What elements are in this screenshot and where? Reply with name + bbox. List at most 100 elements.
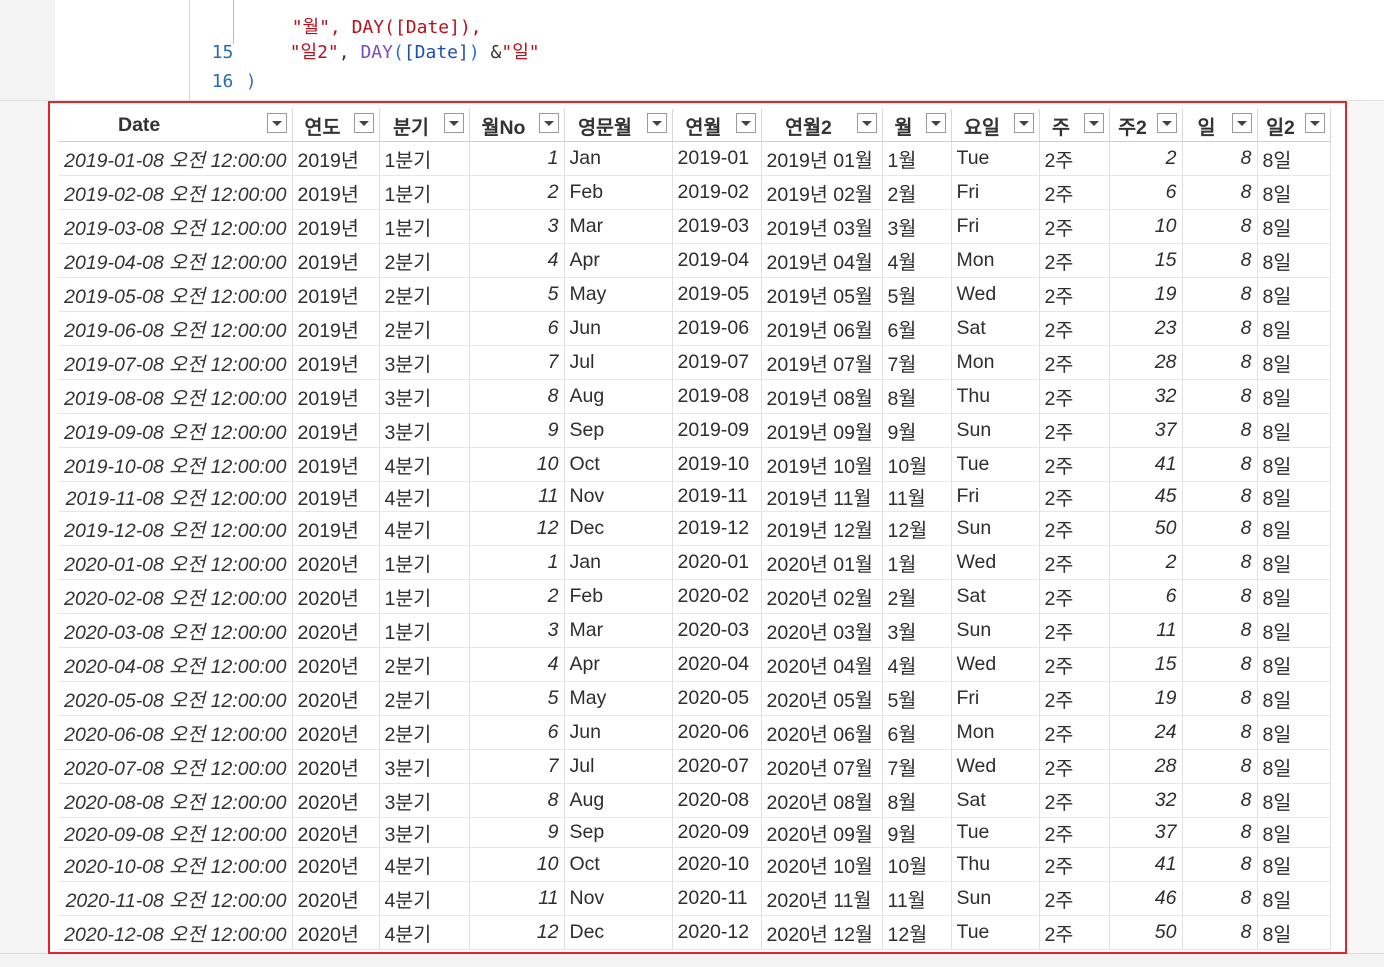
cell-year-month-2[interactable]: 2020년 06월 (761, 715, 883, 750)
cell-year-month[interactable]: 2020-12 (672, 915, 762, 950)
filter-dropdown-icon[interactable] (1083, 113, 1104, 133)
cell-week[interactable]: 2주 (1039, 481, 1110, 512)
cell-year-month-2[interactable]: 2020년 05월 (761, 681, 883, 716)
cell-day[interactable]: 8 (1182, 647, 1258, 682)
cell-year[interactable]: 2019년 (292, 511, 380, 546)
cell-year-month-2[interactable]: 2020년 04월 (761, 647, 883, 682)
cell-weekday[interactable]: Wed (951, 749, 1040, 784)
cell-year-month[interactable]: 2019-04 (672, 243, 762, 278)
cell-quarter[interactable]: 2분기 (379, 243, 470, 278)
column-header-week[interactable]: 주 (1039, 109, 1110, 142)
cell-month-no[interactable]: 7 (469, 345, 565, 380)
cell-day[interactable]: 8 (1182, 413, 1258, 448)
table-row[interactable]: 2020-09-08 오전 12:00:00 2020년 3분기 9 Sep 2020-0… (58, 817, 1331, 848)
cell-quarter[interactable]: 1분기 (379, 209, 470, 244)
cell-year-month[interactable]: 2020-07 (672, 749, 762, 784)
cell-week-2[interactable]: 10 (1109, 209, 1183, 244)
cell-day-2[interactable]: 8일 (1257, 681, 1331, 716)
cell-weekday[interactable]: Mon (951, 243, 1040, 278)
cell-weekday[interactable]: Tue (951, 141, 1040, 176)
column-header-year-month[interactable]: 연월 (672, 109, 762, 142)
cell-month-no[interactable]: 2 (469, 579, 565, 614)
cell-day[interactable]: 8 (1182, 783, 1258, 818)
cell-year[interactable]: 2020년 (292, 681, 380, 716)
cell-year[interactable]: 2019년 (292, 243, 380, 278)
cell-year[interactable]: 2020년 (292, 847, 380, 882)
cell-year-month[interactable]: 2020-02 (672, 579, 762, 614)
cell-year-month[interactable]: 2019-05 (672, 277, 762, 312)
table-row[interactable]: 2020-03-08 오전 12:00:00 2020년 1분기 3 Mar 2020-0… (58, 613, 1331, 648)
cell-week-2[interactable]: 15 (1109, 243, 1183, 278)
cell-quarter[interactable]: 1분기 (379, 545, 470, 580)
table-row[interactable]: 2020-07-08 오전 12:00:00 2020년 3분기 7 Jul 2020-0… (58, 749, 1331, 784)
cell-week-2[interactable]: 50 (1109, 915, 1183, 950)
cell-date[interactable]: 2020-05-08 오전 12:00:00 (58, 681, 293, 716)
cell-month[interactable]: 8월 (882, 783, 952, 818)
table-row[interactable]: 2020-11-08 오전 12:00:00 2020년 4분기 11 Nov 2020-… (58, 881, 1331, 916)
cell-weekday[interactable]: Sat (951, 783, 1040, 818)
cell-english-month[interactable]: Nov (564, 481, 673, 512)
cell-year-month[interactable]: 2020-06 (672, 715, 762, 750)
cell-quarter[interactable]: 4분기 (379, 847, 470, 882)
cell-weekday[interactable]: Sun (951, 881, 1040, 916)
cell-week[interactable]: 2주 (1039, 817, 1110, 848)
cell-year-month[interactable]: 2019-02 (672, 175, 762, 210)
cell-day-2[interactable]: 8일 (1257, 847, 1331, 882)
cell-year[interactable]: 2019년 (292, 311, 380, 346)
cell-day[interactable]: 8 (1182, 511, 1258, 546)
column-header-day-2[interactable]: 일2 (1257, 109, 1331, 142)
cell-year-month-2[interactable]: 2019년 09월 (761, 413, 883, 448)
cell-weekday[interactable]: Mon (951, 345, 1040, 380)
cell-english-month[interactable]: Jan (564, 545, 673, 580)
cell-day[interactable]: 8 (1182, 817, 1258, 848)
cell-week-2[interactable]: 37 (1109, 817, 1183, 848)
cell-week-2[interactable]: 37 (1109, 413, 1183, 448)
table-row[interactable]: 2019-09-08 오전 12:00:00 2019년 3분기 9 Sep 2019-0… (58, 413, 1331, 448)
cell-week-2[interactable]: 24 (1109, 715, 1183, 750)
cell-date[interactable]: 2020-11-08 오전 12:00:00 (58, 881, 293, 916)
cell-day[interactable]: 8 (1182, 579, 1258, 614)
column-header-english-month[interactable]: 영문월 (564, 109, 673, 142)
cell-week[interactable]: 2주 (1039, 243, 1110, 278)
cell-year-month[interactable]: 2019-12 (672, 511, 762, 546)
cell-year-month-2[interactable]: 2020년 12월 (761, 915, 883, 950)
cell-english-month[interactable]: Jan (564, 141, 673, 176)
cell-year-month-2[interactable]: 2019년 07월 (761, 345, 883, 380)
table-row[interactable]: 2019-08-08 오전 12:00:00 2019년 3분기 8 Aug 2019-0… (58, 379, 1331, 414)
cell-date[interactable]: 2020-09-08 오전 12:00:00 (58, 817, 293, 848)
cell-week[interactable]: 2주 (1039, 311, 1110, 346)
cell-weekday[interactable]: Fri (951, 481, 1040, 512)
cell-year[interactable]: 2020년 (292, 783, 380, 818)
cell-quarter[interactable]: 4분기 (379, 481, 470, 512)
cell-week[interactable]: 2주 (1039, 511, 1110, 546)
cell-date[interactable]: 2020-12-08 오전 12:00:00 (58, 915, 293, 950)
filter-dropdown-icon[interactable] (1304, 113, 1325, 133)
cell-week-2[interactable]: 23 (1109, 311, 1183, 346)
table-row[interactable]: 2020-04-08 오전 12:00:00 2020년 2분기 4 Apr 2020-0… (58, 647, 1331, 682)
cell-month-no[interactable]: 5 (469, 681, 565, 716)
cell-english-month[interactable]: Jun (564, 715, 673, 750)
cell-month-no[interactable]: 2 (469, 175, 565, 210)
cell-month[interactable]: 12월 (882, 915, 952, 950)
cell-english-month[interactable]: Mar (564, 209, 673, 244)
table-row[interactable]: 2019-06-08 오전 12:00:00 2019년 2분기 6 Jun 2019-0… (58, 311, 1331, 346)
cell-week-2[interactable]: 2 (1109, 141, 1183, 176)
cell-day-2[interactable]: 8일 (1257, 647, 1331, 682)
cell-date[interactable]: 2020-03-08 오전 12:00:00 (58, 613, 293, 648)
table-row[interactable]: 2020-08-08 오전 12:00:00 2020년 3분기 8 Aug 2020-0… (58, 783, 1331, 818)
cell-day[interactable]: 8 (1182, 141, 1258, 176)
cell-day[interactable]: 8 (1182, 379, 1258, 414)
cell-weekday[interactable]: Wed (951, 647, 1040, 682)
column-header-date[interactable]: Date (58, 109, 293, 142)
cell-year[interactable]: 2020년 (292, 881, 380, 916)
cell-year[interactable]: 2019년 (292, 277, 380, 312)
table-row[interactable]: 2019-02-08 오전 12:00:00 2019년 1분기 2 Feb 2019-0… (58, 175, 1331, 210)
table-row[interactable]: 2019-04-08 오전 12:00:00 2019년 2분기 4 Apr 2019-0… (58, 243, 1331, 278)
cell-year[interactable]: 2020년 (292, 613, 380, 648)
cell-day[interactable]: 8 (1182, 681, 1258, 716)
cell-week-2[interactable]: 46 (1109, 881, 1183, 916)
filter-dropdown-icon[interactable] (1231, 113, 1252, 133)
cell-day-2[interactable]: 8일 (1257, 243, 1331, 278)
cell-week[interactable]: 2주 (1039, 545, 1110, 580)
cell-weekday[interactable]: Wed (951, 277, 1040, 312)
